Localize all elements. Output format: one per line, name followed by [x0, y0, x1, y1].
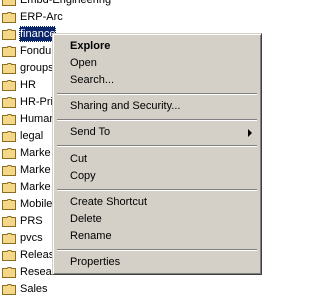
submenu-arrow-icon	[248, 129, 252, 137]
menu-separator	[57, 119, 257, 121]
folder-icon	[2, 182, 16, 193]
menu-item-label: Open	[70, 57, 97, 69]
menu-item-create-shortcut[interactable]: Create Shortcut	[56, 194, 258, 211]
tree-item-label: Marke	[20, 181, 51, 193]
folder-icon	[2, 216, 16, 227]
folder-icon	[2, 250, 16, 261]
tree-item-label: groups	[20, 62, 54, 74]
tree-item-label: Marke	[20, 147, 51, 159]
menu-item-open[interactable]: Open	[56, 55, 258, 72]
menu-item-delete[interactable]: Delete	[56, 211, 258, 228]
tree-item-label: HR	[20, 79, 36, 91]
folder-icon	[2, 29, 16, 40]
tree-item-label: Sales	[20, 283, 48, 295]
menu-separator	[57, 93, 257, 95]
folder-icon	[2, 148, 16, 159]
menu-item-label: Cut	[70, 153, 88, 165]
menu-item-label: Copy	[70, 170, 96, 182]
folder-icon	[2, 233, 16, 244]
menu-item-label: Delete	[70, 213, 102, 225]
menu-item-label: Send To	[70, 126, 111, 138]
menu-separator	[57, 189, 257, 191]
menu-item-label: Explore	[70, 40, 111, 52]
menu-item-label: Rename	[70, 230, 112, 242]
menu-separator	[57, 249, 257, 251]
menu-separator	[57, 145, 257, 147]
tree-item-label: HR-Pri	[20, 96, 53, 108]
menu-item-send-to[interactable]: Send To	[56, 124, 258, 141]
tree-item-label: PRS	[20, 215, 43, 227]
menu-item-explore[interactable]: Explore	[56, 38, 258, 55]
menu-item-copy[interactable]: Copy	[56, 168, 258, 185]
tree-item-label: Marke	[20, 164, 51, 176]
tree-item-label: pvcs	[20, 232, 43, 244]
menu-item-cut[interactable]: Cut	[56, 151, 258, 168]
folder-icon	[2, 165, 16, 176]
folder-icon	[2, 80, 16, 91]
tree-item-label: Releas	[20, 249, 55, 261]
folder-icon	[2, 131, 16, 142]
menu-item-label: Create Shortcut	[70, 196, 148, 208]
menu-item-label: Properties	[70, 256, 121, 268]
menu-item-rename[interactable]: Rename	[56, 228, 258, 245]
folder-icon	[2, 97, 16, 108]
folder-icon	[2, 12, 16, 23]
menu-item-properties[interactable]: Properties	[56, 254, 258, 271]
tree-item-label: legal	[20, 130, 44, 142]
menu-item-search[interactable]: Search...	[56, 72, 258, 89]
tree-item-label: Human	[20, 113, 56, 125]
tree-item-label: Fondu	[20, 45, 52, 57]
folder-icon	[2, 267, 16, 278]
tree-item-label: Resear	[20, 266, 56, 278]
tree-item-label: Embd-Engineering	[20, 0, 112, 6]
context-menu: Explore Open Search... Sharing and Secur…	[52, 33, 262, 275]
tree-item-label: Mobile	[20, 198, 53, 210]
folder-icon	[2, 63, 16, 74]
tree-item-label: ERP-Arc	[20, 11, 63, 23]
menu-item-sharing-security[interactable]: Sharing and Security...	[56, 98, 258, 115]
menu-item-label: Sharing and Security...	[70, 100, 181, 112]
folder-icon	[2, 284, 16, 295]
tree-item-label: finance	[19, 26, 57, 42]
folder-icon	[2, 46, 16, 57]
menu-item-label: Search...	[70, 74, 115, 86]
folder-icon	[2, 199, 16, 210]
folder-icon	[2, 114, 16, 125]
folder-icon	[2, 0, 16, 6]
